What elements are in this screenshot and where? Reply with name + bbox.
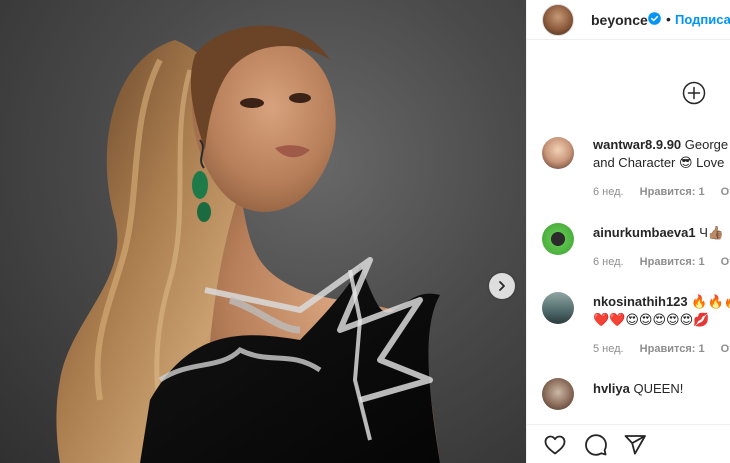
post-side-panel: beyonce • Подписаться wantwar8.9.90 Geor… <box>526 0 730 463</box>
chevron-right-icon <box>499 281 505 291</box>
instagram-post-view: beyonce • Подписаться wantwar8.9.90 Geor… <box>0 0 730 463</box>
comment-time[interactable]: 5 нед. <box>593 343 624 355</box>
plus-circle-icon[interactable] <box>682 81 706 105</box>
comment-body: Ч👍🏽 <box>699 225 725 240</box>
header-separator: • <box>666 11 671 27</box>
comment-username[interactable]: hvliya <box>593 381 630 396</box>
comment-text: hvliya QUEEN! <box>593 380 683 398</box>
post-actions-bar <box>527 424 730 463</box>
comment-text: nkosinathih123 🔥🔥🔥 <box>593 293 730 311</box>
comment-reply-button[interactable]: Ответить <box>721 343 730 355</box>
comment-time[interactable]: 6 нед. <box>593 256 624 268</box>
verified-badge-icon <box>648 12 661 25</box>
comment-avatar[interactable] <box>542 378 574 410</box>
post-header: beyonce • Подписаться <box>527 0 730 40</box>
comment-reply-button[interactable]: Ответить <box>721 186 730 198</box>
comment-avatar[interactable] <box>542 137 574 169</box>
comment-text: wantwar8.9.90 George <box>593 136 728 154</box>
paper-plane-icon[interactable] <box>623 433 647 457</box>
comment-avatar[interactable] <box>542 292 574 324</box>
follow-button[interactable]: Подписаться <box>675 12 730 27</box>
comment-body: 🔥🔥🔥 <box>691 294 730 309</box>
comment-username[interactable]: ainurkumbaeva1 <box>593 225 696 240</box>
comment-time[interactable]: 6 нед. <box>593 186 624 198</box>
profile-avatar[interactable] <box>542 4 574 36</box>
comment-meta: 6 нед. Нравится: 1 Ответить <box>593 256 730 268</box>
comment-meta: 5 нед. Нравится: 1 Ответить <box>593 343 730 355</box>
comment-icon[interactable] <box>584 433 608 457</box>
comment-body: QUEEN! <box>633 381 684 396</box>
comment-text: ainurkumbaeva1 Ч👍🏽 <box>593 224 724 242</box>
comment-text-line2: and Character 😎 Love <box>593 155 725 170</box>
comment-avatar[interactable] <box>542 223 574 255</box>
comment-username[interactable]: nkosinathih123 <box>593 294 688 309</box>
heart-icon[interactable] <box>543 433 567 457</box>
comment-likes[interactable]: Нравится: 1 <box>640 186 705 198</box>
comment-reply-button[interactable]: Ответить <box>721 256 730 268</box>
comment-body: George <box>684 137 729 152</box>
comment-likes[interactable]: Нравится: 1 <box>640 343 705 355</box>
header-username[interactable]: beyonce <box>591 12 648 28</box>
next-photo-button[interactable] <box>489 273 515 299</box>
portrait-image <box>56 25 440 463</box>
comment-likes[interactable]: Нравится: 1 <box>640 256 705 268</box>
comment-meta: 6 нед. Нравится: 1 Ответить <box>593 186 730 198</box>
post-photo[interactable] <box>0 0 526 463</box>
comment-text-line2: ❤️❤️😍😍😍😍😍💋 <box>593 312 710 327</box>
comment-username[interactable]: wantwar8.9.90 <box>593 137 681 152</box>
